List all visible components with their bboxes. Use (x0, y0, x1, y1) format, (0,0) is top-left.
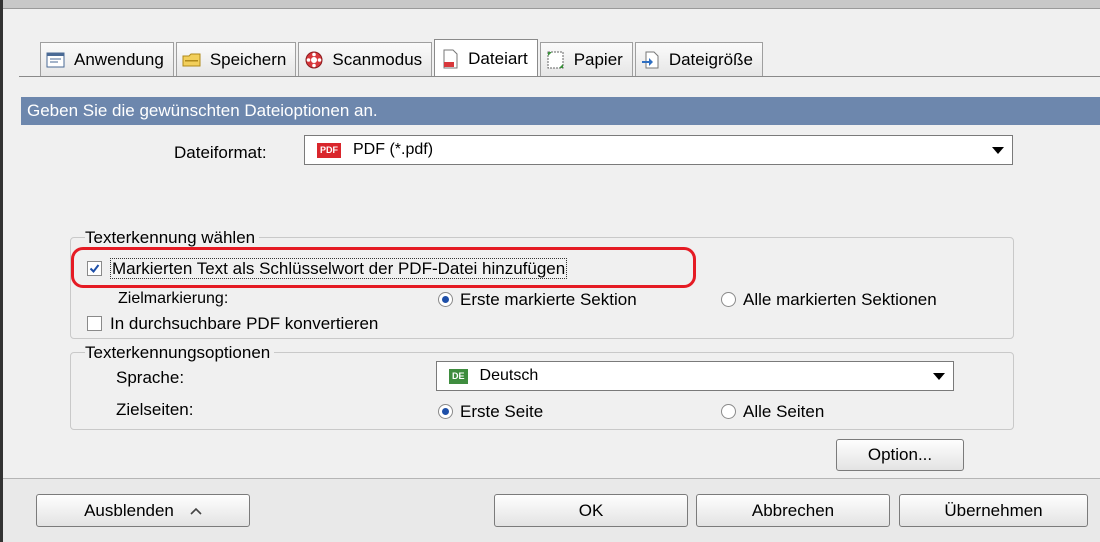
tab-label: Anwendung (74, 49, 164, 69)
language-value: Deutsch (479, 367, 539, 384)
de-flag-icon: DE (449, 368, 468, 384)
tab-bar: Anwendung Speichern Scanmodus Dateiart P… (40, 38, 765, 77)
hide-button[interactable]: Ausblenden (36, 494, 250, 527)
radio-all-pages-label[interactable]: Alle Seiten (743, 402, 824, 422)
radio-first-section-label[interactable]: Erste markierte Sektion (460, 290, 637, 310)
dropdown-arrow-icon (992, 147, 1004, 154)
ocr-options-group-title: Texterkennungsoptionen (85, 343, 275, 363)
radio-all-sections[interactable] (721, 292, 736, 307)
tab-label: Scanmodus (332, 49, 423, 69)
cancel-button[interactable]: Abbrechen (696, 494, 890, 527)
target-marking-label: Zielmarkierung: (118, 290, 229, 307)
radio-all-pages[interactable] (721, 404, 736, 419)
tab-panel-border (19, 76, 1100, 77)
tab-dateiart[interactable]: Dateiart (434, 39, 538, 77)
window-left-frame (0, 0, 3, 542)
radio-all-sections-label[interactable]: Alle markierten Sektionen (743, 290, 937, 310)
apply-button[interactable]: Übernehmen (899, 494, 1088, 527)
tab-label: Papier (573, 49, 623, 69)
ok-button[interactable]: OK (494, 494, 688, 527)
searchable-pdf-label[interactable]: In durchsuchbare PDF konvertieren (110, 314, 378, 334)
paper-icon (546, 50, 566, 70)
tab-label: Speichern (209, 49, 287, 69)
ocr-select-group-title: Texterkennung wählen (85, 228, 260, 248)
target-pages-label: Zielseiten: (116, 400, 194, 419)
tab-papier[interactable]: Papier (539, 42, 633, 76)
tab-dateigroesse[interactable]: Dateigröße (634, 42, 763, 76)
filetype-icon (440, 49, 460, 69)
pdf-icon: PDF (317, 142, 341, 158)
folder-icon (182, 50, 202, 70)
chevron-up-icon (190, 507, 202, 515)
window-top-frame (0, 0, 1100, 9)
radio-first-page-label[interactable]: Erste Seite (460, 402, 543, 422)
tab-label: Dateiart (468, 48, 528, 68)
language-select[interactable]: DE Deutsch (436, 361, 954, 391)
tab-scanmodus[interactable]: Scanmodus (298, 42, 433, 76)
radio-first-section[interactable] (438, 292, 453, 307)
searchable-pdf-checkbox[interactable] (87, 316, 102, 331)
tab-speichern[interactable]: Speichern (175, 42, 297, 76)
hide-button-label: Ausblenden (84, 500, 174, 520)
highlight-annotation (71, 247, 696, 288)
scanmode-icon (304, 50, 324, 70)
dropdown-arrow-icon (933, 373, 945, 380)
file-format-select[interactable]: PDF PDF (*.pdf) (304, 135, 1013, 165)
file-format-label: Dateiformat: (174, 143, 267, 162)
radio-first-page[interactable] (438, 404, 453, 419)
filesize-icon (641, 50, 661, 70)
option-button[interactable]: Option... (836, 439, 964, 471)
application-icon (46, 50, 66, 70)
file-format-value: PDF (*.pdf) (353, 141, 434, 158)
tab-anwendung[interactable]: Anwendung (40, 42, 174, 76)
options-header: Geben Sie die gewünschten Dateioptionen … (21, 97, 1100, 125)
tab-label: Dateigröße (668, 49, 753, 69)
language-label: Sprache: (116, 368, 185, 387)
